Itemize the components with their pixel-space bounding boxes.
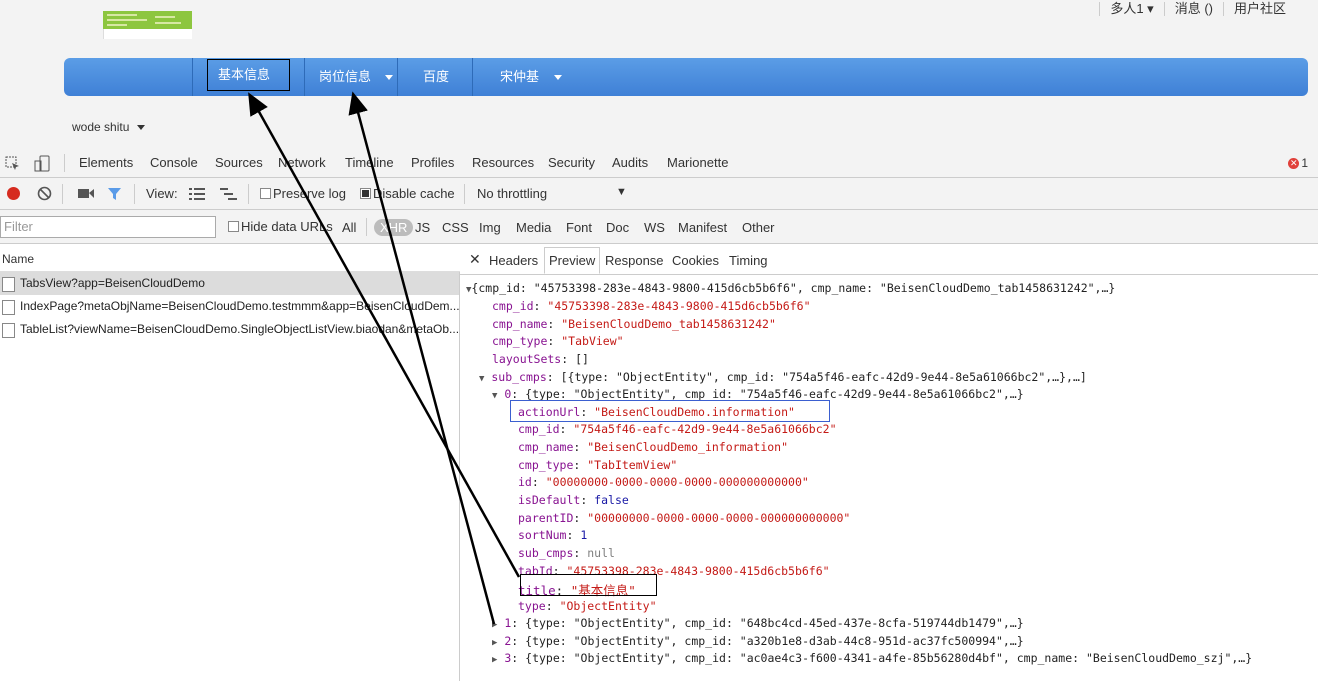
annotation-arrows xyxy=(248,91,521,625)
arrow xyxy=(248,92,521,578)
arrow xyxy=(348,91,496,625)
